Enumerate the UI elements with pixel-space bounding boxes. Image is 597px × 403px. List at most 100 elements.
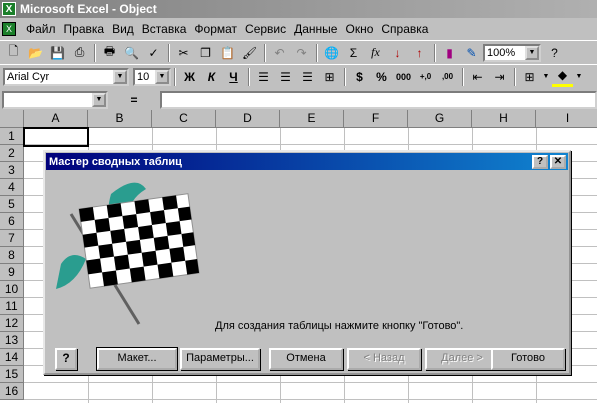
column-header[interactable]: B: [88, 110, 152, 128]
formula-input[interactable]: [160, 91, 597, 109]
back-button[interactable]: < Назад: [347, 348, 421, 370]
dialog-help-button[interactable]: ?: [532, 154, 548, 169]
row-header[interactable]: 1: [0, 128, 24, 145]
select-all-corner[interactable]: [0, 110, 24, 128]
dialog-close-button[interactable]: ✕: [550, 154, 566, 169]
row-header[interactable]: 9: [0, 264, 24, 281]
row-header[interactable]: 6: [0, 213, 24, 230]
finish-button[interactable]: Готово: [491, 348, 565, 370]
function-icon[interactable]: fx: [365, 43, 386, 63]
decrease-decimal-button[interactable]: ,00: [437, 67, 458, 87]
fill-color-icon[interactable]: ◆: [552, 67, 573, 87]
menu-bar: X Файл Правка Вид Вставка Формат Сервис …: [0, 19, 597, 39]
help-icon[interactable]: ?: [55, 348, 77, 370]
font-name-select[interactable]: Arial Cyr ▼: [3, 67, 129, 86]
italic-button[interactable]: К: [201, 67, 222, 87]
toolbar-separator: [514, 67, 516, 86]
menu-data[interactable]: Данные: [290, 22, 341, 36]
currency-button[interactable]: $: [349, 67, 370, 87]
cut-icon[interactable]: ✂: [173, 43, 194, 63]
row-header[interactable]: 5: [0, 196, 24, 213]
chevron-down-icon[interactable]: ▼: [113, 69, 127, 84]
options-button[interactable]: Параметры...: [180, 348, 260, 370]
preview-icon[interactable]: 🔍: [121, 43, 142, 63]
increase-indent-icon[interactable]: ⇥: [489, 67, 510, 87]
align-right-icon[interactable]: ☰: [297, 67, 318, 87]
font-name-value: Arial Cyr: [7, 70, 50, 83]
column-header[interactable]: F: [344, 110, 408, 128]
column-header[interactable]: G: [408, 110, 472, 128]
dialog-title: Мастер сводных таблиц: [49, 155, 182, 168]
new-file-icon[interactable]: 🗋: [3, 43, 24, 63]
layout-button[interactable]: Макет...: [96, 347, 178, 371]
thousands-button[interactable]: 000: [393, 67, 414, 87]
menu-file[interactable]: Файл: [22, 22, 60, 36]
row-header[interactable]: 14: [0, 349, 24, 366]
print-preview-icon[interactable]: ⎙: [69, 43, 90, 63]
row-header[interactable]: 3: [0, 162, 24, 179]
menu-window[interactable]: Окно: [341, 22, 377, 36]
menu-insert[interactable]: Вставка: [138, 22, 191, 36]
name-box[interactable]: ▼: [2, 91, 108, 109]
format-painter-icon[interactable]: 🖌: [239, 43, 260, 63]
chevron-down-icon[interactable]: ▼: [525, 45, 539, 60]
column-header[interactable]: I: [536, 110, 597, 128]
column-header[interactable]: A: [24, 110, 88, 128]
paste-icon[interactable]: 📋: [217, 43, 238, 63]
decrease-indent-icon[interactable]: ⇤: [467, 67, 488, 87]
percent-button[interactable]: %: [371, 67, 392, 87]
dialog-titlebar: Мастер сводных таблиц ? ✕: [46, 153, 568, 170]
row-header[interactable]: 4: [0, 179, 24, 196]
menu-help[interactable]: Справка: [377, 22, 432, 36]
row-header[interactable]: 7: [0, 230, 24, 247]
redo-icon[interactable]: ↷: [291, 43, 312, 63]
merge-center-icon[interactable]: ⊞: [319, 67, 340, 87]
spelling-icon[interactable]: ✓: [143, 43, 164, 63]
hyperlink-icon[interactable]: 🌐: [321, 43, 342, 63]
sort-ascending-icon[interactable]: ↓: [387, 43, 408, 63]
office-assistant-icon[interactable]: ?: [544, 43, 565, 63]
drawing-icon[interactable]: ✎: [461, 43, 482, 63]
cancel-button[interactable]: Отмена: [269, 348, 343, 370]
menu-view[interactable]: Вид: [108, 22, 138, 36]
row-header[interactable]: 10: [0, 281, 24, 298]
menu-format[interactable]: Формат: [190, 22, 241, 36]
font-size-select[interactable]: 10 ▼: [133, 67, 171, 86]
document-control-icon[interactable]: X: [2, 22, 16, 36]
borders-icon[interactable]: ⊞: [519, 67, 540, 87]
row-header[interactable]: 13: [0, 332, 24, 349]
next-button[interactable]: Далее >: [425, 348, 499, 370]
row-header[interactable]: 15: [0, 366, 24, 383]
menu-edit[interactable]: Правка: [60, 22, 109, 36]
chevron-down-icon[interactable]: ▼: [92, 93, 106, 107]
column-header[interactable]: D: [216, 110, 280, 128]
chevron-down-icon[interactable]: ▼: [574, 67, 584, 87]
undo-icon[interactable]: ↶: [269, 43, 290, 63]
row-header[interactable]: 8: [0, 247, 24, 264]
column-header[interactable]: H: [472, 110, 536, 128]
column-header[interactable]: C: [152, 110, 216, 128]
chevron-down-icon[interactable]: ▼: [155, 69, 169, 84]
print-icon[interactable]: 🖶: [99, 43, 120, 63]
copy-icon[interactable]: ❐: [195, 43, 216, 63]
chevron-down-icon[interactable]: ▼: [541, 67, 551, 87]
bold-button[interactable]: Ж: [179, 67, 200, 87]
edit-formula-button[interactable]: =: [108, 93, 160, 107]
chart-wizard-icon[interactable]: ▮: [439, 43, 460, 63]
save-icon[interactable]: 💾: [47, 43, 68, 63]
align-center-icon[interactable]: ☰: [275, 67, 296, 87]
increase-decimal-button[interactable]: +,0: [415, 67, 436, 87]
row-header[interactable]: 2: [0, 145, 24, 162]
menu-tools[interactable]: Сервис: [241, 22, 290, 36]
autosum-icon[interactable]: Σ: [343, 43, 364, 63]
align-left-icon[interactable]: ☰: [253, 67, 274, 87]
row-header[interactable]: 12: [0, 315, 24, 332]
row-header[interactable]: 16: [0, 383, 24, 400]
row-header[interactable]: 11: [0, 298, 24, 315]
active-cell-a1[interactable]: [23, 127, 89, 147]
open-folder-icon[interactable]: 📂: [25, 43, 46, 63]
zoom-select[interactable]: 100% ▼: [483, 43, 541, 62]
column-header[interactable]: E: [280, 110, 344, 128]
sort-descending-icon[interactable]: ↑: [409, 43, 430, 63]
underline-button[interactable]: Ч: [223, 67, 244, 87]
